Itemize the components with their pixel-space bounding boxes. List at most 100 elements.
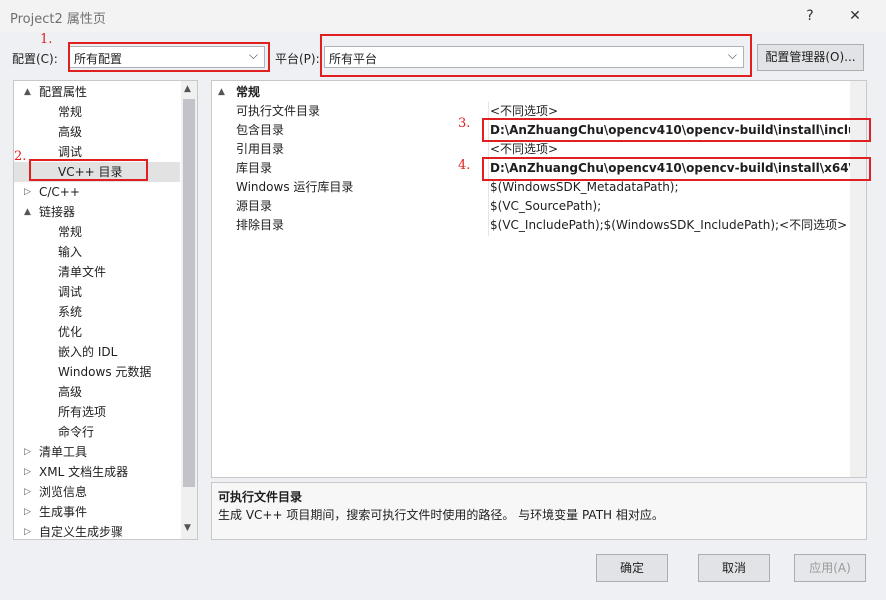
tree-item[interactable]: ▷ 清单工具 <box>14 442 180 462</box>
property-name: 包含目录 <box>236 123 285 137</box>
tree-scroll-thumb[interactable] <box>183 99 195 487</box>
tree-item-label: 浏览信息 <box>39 485 88 499</box>
tree-item[interactable]: 常规 <box>14 222 180 242</box>
chevron-down-icon: ⌵ <box>727 48 737 62</box>
property-value[interactable]: <不同选项> <box>490 140 866 159</box>
tree-item[interactable]: 清单文件 <box>14 262 180 282</box>
property-name: 可执行文件目录 <box>236 104 321 118</box>
platform-label: 平台(P): <box>275 52 320 66</box>
annotation-marker-4: 4. <box>458 158 471 173</box>
tree-item-label: 高级 <box>58 385 83 399</box>
tree-item[interactable]: 常规 <box>14 102 180 122</box>
tree-item-label: 命令行 <box>58 425 95 439</box>
tree-item[interactable]: ▷ XML 文档生成器 <box>14 462 180 482</box>
scroll-up-icon[interactable]: ▲ <box>184 84 191 94</box>
property-value[interactable]: <不同选项> <box>490 102 866 121</box>
tree-item[interactable]: 高级 <box>14 122 180 142</box>
config-label: 配置(C): <box>12 52 58 66</box>
tree-item[interactable]: ▲ 链接器 <box>14 202 180 222</box>
tree-item-label: 系统 <box>58 305 83 319</box>
collapse-icon[interactable]: ▲ <box>218 83 225 102</box>
tree-item[interactable]: 调试 <box>14 282 180 302</box>
tree-item-label: 所有选项 <box>58 405 107 419</box>
tree-item-label: 高级 <box>58 125 83 139</box>
platform-select[interactable]: 所有平台 ⌵ <box>324 46 744 68</box>
property-value[interactable]: $(VC_IncludePath);$(WindowsSDK_IncludePa… <box>490 216 866 235</box>
tree-item[interactable]: ▲ 配置属性 <box>14 82 180 102</box>
tree-item-label: VC++ 目录 <box>58 165 123 179</box>
tree-item-label: 优化 <box>58 325 83 339</box>
collapsed-icon[interactable]: ▷ <box>24 462 31 482</box>
tree-item-label: 生成事件 <box>39 505 88 519</box>
help-button[interactable]: ? <box>798 5 822 27</box>
column-divider <box>488 102 489 236</box>
section-label: 常规 <box>236 85 261 99</box>
tree-item-label: XML 文档生成器 <box>39 465 129 479</box>
property-row[interactable]: 库目录 D:\AnZhuangChu\opencv410\opencv-build… <box>212 159 866 178</box>
collapsed-icon[interactable]: ▷ <box>24 522 31 539</box>
tree-item-label: 调试 <box>58 285 83 299</box>
property-value[interactable]: $(WindowsSDK_MetadataPath); <box>490 178 866 197</box>
collapsed-icon[interactable]: ▷ <box>24 482 31 502</box>
tree-item-label: 链接器 <box>39 205 76 219</box>
config-value: 所有配置 <box>74 52 123 66</box>
property-row[interactable]: 包含目录 D:\AnZhuangChu\opencv410\opencv-buil… <box>212 121 866 140</box>
property-value[interactable]: D:\AnZhuangChu\opencv410\opencv-build\in… <box>490 121 866 140</box>
annotation-marker-2: 2. <box>14 149 27 164</box>
tree-item[interactable]: 高级 <box>14 382 180 402</box>
tree-item[interactable]: 命令行 <box>14 422 180 442</box>
property-name: 库目录 <box>236 161 273 175</box>
tree-item[interactable]: ▷ 浏览信息 <box>14 482 180 502</box>
tree-item[interactable]: 优化 <box>14 322 180 342</box>
annotation-marker-1: 1. <box>40 32 53 47</box>
tree-item-label: 常规 <box>58 225 83 239</box>
apply-button[interactable]: 应用(A) <box>794 554 866 582</box>
property-tree: ▲ 配置属性 常规 高级 调试 VC++ 目录 ▷ C/C++ ▲ 链接器 常规 输入 清单文件 调试 系统… <box>13 80 198 540</box>
tree-scrollbar[interactable]: ▲ ▼ <box>181 81 197 539</box>
tree-item[interactable]: 输入 <box>14 242 180 262</box>
config-select[interactable]: 所有配置 ⌵ <box>69 46 265 68</box>
property-row[interactable]: Windows 运行库目录 $(WindowsSDK_MetadataPath); <box>212 178 866 197</box>
tree-item[interactable]: Windows 元数据 <box>14 362 180 382</box>
tree-item[interactable]: 所有选项 <box>14 402 180 422</box>
property-name: 源目录 <box>236 199 273 213</box>
tree-item-label: 自定义生成步骤 <box>39 525 124 539</box>
tree-item-label: 配置属性 <box>39 85 88 99</box>
scroll-down-icon[interactable]: ▼ <box>184 523 191 533</box>
config-manager-button[interactable]: 配置管理器(O)... <box>757 44 864 71</box>
tree-item[interactable]: 系统 <box>14 302 180 322</box>
collapsed-icon[interactable]: ▷ <box>24 502 31 522</box>
tree-item[interactable]: 调试 <box>14 142 180 162</box>
tree-item-label: C/C++ <box>39 185 80 199</box>
tree-item[interactable]: 嵌入的 IDL <box>14 342 180 362</box>
property-value[interactable]: D:\AnZhuangChu\opencv410\opencv-build\in… <box>490 159 866 178</box>
tree-item[interactable]: ▷ 生成事件 <box>14 502 180 522</box>
property-row[interactable]: 可执行文件目录 <不同选项> <box>212 102 866 121</box>
collapsed-icon[interactable]: ▷ <box>24 442 31 462</box>
description-title: 可执行文件目录 <box>218 490 303 504</box>
property-row[interactable]: 排除目录 $(VC_IncludePath);$(WindowsSDK_Inclu… <box>212 216 866 235</box>
tree-item-label: 调试 <box>58 145 83 159</box>
collapsed-icon[interactable]: ▷ <box>24 182 31 202</box>
description-text: 生成 VC++ 项目期间，搜索可执行文件时使用的路径。 与环境变量 PATH 相… <box>218 508 664 522</box>
tree-item-label: 嵌入的 IDL <box>58 345 118 359</box>
tree-item-label: Windows 元数据 <box>58 365 152 379</box>
property-name: 排除目录 <box>236 218 285 232</box>
tree-item[interactable]: VC++ 目录 <box>14 162 180 182</box>
description-panel: 可执行文件目录 生成 VC++ 项目期间，搜索可执行文件时使用的路径。 与环境变… <box>211 482 867 540</box>
property-name: 引用目录 <box>236 142 285 156</box>
cancel-button[interactable]: 取消 <box>698 554 770 582</box>
grid-section-header[interactable]: ▲ 常规 <box>212 83 866 102</box>
close-button[interactable]: ✕ <box>843 5 867 27</box>
tree-item[interactable]: ▷ C/C++ <box>14 182 180 202</box>
property-row[interactable]: 源目录 $(VC_SourcePath); <box>212 197 866 216</box>
property-grid: ▲ 常规 可执行文件目录 <不同选项> 包含目录 D:\AnZhuangChu\ope… <box>211 80 867 478</box>
ok-button[interactable]: 确定 <box>596 554 668 582</box>
property-row[interactable]: 引用目录 <不同选项> <box>212 140 866 159</box>
tree-item[interactable]: ▷ 自定义生成步骤 <box>14 522 180 539</box>
expanded-icon[interactable]: ▲ <box>24 202 31 222</box>
title-bar: Project2 属性页 ? ✕ <box>0 0 886 32</box>
chevron-down-icon: ⌵ <box>248 48 258 62</box>
property-value[interactable]: $(VC_SourcePath); <box>490 197 866 216</box>
expanded-icon[interactable]: ▲ <box>24 82 31 102</box>
